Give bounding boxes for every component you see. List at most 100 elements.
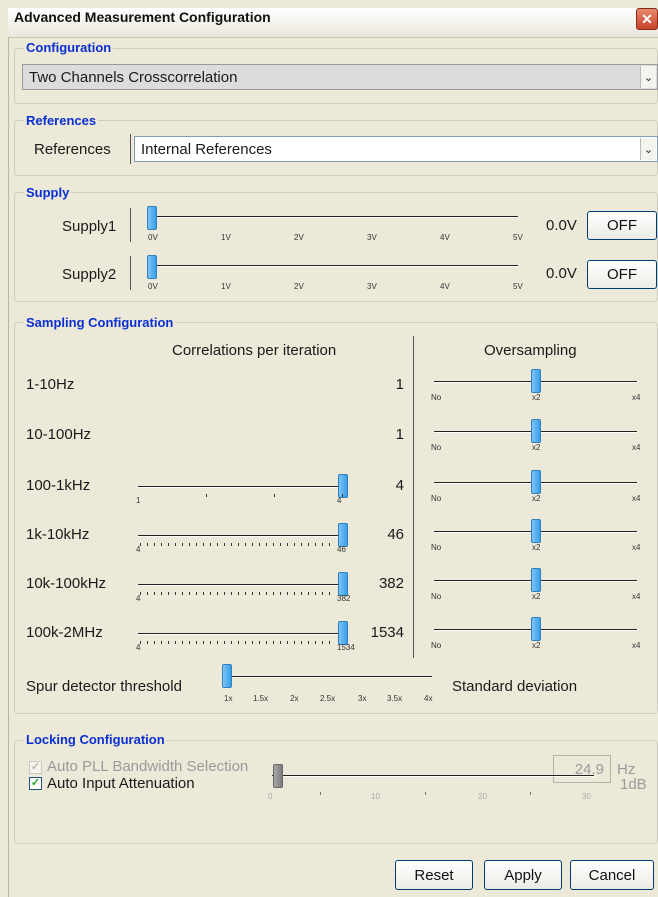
oversampling-tick-label: No bbox=[431, 641, 442, 650]
locking-group-title: Locking Configuration bbox=[24, 732, 167, 747]
correlations-tick bbox=[203, 543, 204, 546]
correlations-slider-track[interactable] bbox=[138, 535, 346, 537]
correlations-slider-track[interactable] bbox=[138, 584, 346, 586]
spur-tick-label: 3.5x bbox=[387, 694, 403, 703]
oversampling-slider-thumb[interactable] bbox=[531, 568, 541, 592]
correlations-tick bbox=[294, 592, 295, 595]
correlations-tick bbox=[308, 543, 309, 546]
close-button[interactable]: ✕ bbox=[636, 8, 658, 30]
correlations-tick bbox=[206, 494, 207, 497]
pll-bandwidth-field[interactable]: 24.9 bbox=[553, 755, 611, 783]
correlations-tick bbox=[322, 592, 323, 595]
oversampling-slider-thumb[interactable] bbox=[531, 419, 541, 443]
supply1-tick-1: 1V bbox=[221, 233, 231, 242]
oversampling-slider-thumb[interactable] bbox=[531, 519, 541, 543]
correlations-tick bbox=[308, 641, 309, 644]
correlations-tick bbox=[224, 641, 225, 644]
attenuation-slider-thumb[interactable] bbox=[273, 764, 283, 788]
correlations-tick bbox=[329, 543, 330, 546]
correlations-tick bbox=[175, 543, 176, 546]
correlations-value: 1 bbox=[395, 376, 404, 393]
attenuation-tick bbox=[320, 792, 321, 795]
correlations-tick bbox=[161, 543, 162, 546]
oversampling-tick-label: x2 bbox=[532, 393, 541, 402]
attenuation-slider-track[interactable] bbox=[272, 775, 594, 777]
correlations-tick bbox=[161, 592, 162, 595]
correlations-tick bbox=[182, 543, 183, 546]
correlations-slider-min: 4 bbox=[136, 594, 141, 603]
band-label: 1k-10kHz bbox=[26, 526, 90, 543]
correlations-slider-thumb[interactable] bbox=[338, 523, 348, 547]
oversampling-tick-label: No bbox=[431, 443, 442, 452]
correlations-tick bbox=[273, 592, 274, 595]
window-title: Advanced Measurement Configuration bbox=[14, 9, 271, 25]
band-label: 1-10Hz bbox=[26, 376, 75, 393]
correlations-slider-max: 4 bbox=[337, 496, 342, 505]
correlations-tick bbox=[280, 543, 281, 546]
checkmark-icon: ✓ bbox=[30, 777, 41, 789]
supply2-label: Supply2 bbox=[62, 266, 117, 283]
correlations-tick bbox=[266, 641, 267, 644]
correlations-tick bbox=[315, 543, 316, 546]
spur-slider-thumb[interactable] bbox=[222, 664, 232, 688]
correlations-slider-min: 4 bbox=[136, 643, 141, 652]
correlations-tick bbox=[189, 641, 190, 644]
correlations-tick bbox=[294, 641, 295, 644]
correlations-slider-thumb[interactable] bbox=[338, 474, 348, 498]
supply1-off-button[interactable]: OFF bbox=[587, 211, 657, 240]
supply2-off-button[interactable]: OFF bbox=[587, 260, 657, 289]
spur-slider-track[interactable] bbox=[227, 676, 432, 678]
supply2-tick-5: 5V bbox=[513, 282, 523, 291]
supply1-slider-thumb[interactable] bbox=[147, 206, 157, 230]
supply2-tick-4: 4V bbox=[440, 282, 450, 291]
correlations-value: 1534 bbox=[370, 624, 404, 641]
auto-attenuation-checkbox-box[interactable]: ✓ bbox=[29, 777, 42, 790]
supply1-slider-track[interactable] bbox=[150, 216, 518, 218]
configuration-group-title: Configuration bbox=[24, 40, 114, 55]
correlations-slider-min: 1 bbox=[136, 496, 141, 505]
correlations-slider-track[interactable] bbox=[138, 633, 346, 635]
cancel-button[interactable]: Cancel bbox=[570, 860, 654, 890]
correlations-slider-track[interactable] bbox=[138, 486, 346, 488]
oversampling-tick-label: x4 bbox=[632, 393, 641, 402]
configuration-select[interactable]: Two Channels Crosscorrelation ⌄ bbox=[22, 64, 658, 90]
reset-button[interactable]: Reset bbox=[395, 860, 473, 890]
correlations-tick bbox=[329, 592, 330, 595]
correlations-tick bbox=[182, 641, 183, 644]
oversampling-slider-thumb[interactable] bbox=[531, 470, 541, 494]
correlations-tick bbox=[245, 543, 246, 546]
supply1-separator bbox=[130, 208, 131, 242]
correlations-tick bbox=[168, 543, 169, 546]
supply2-separator bbox=[130, 256, 131, 290]
oversampling-tick-label: No bbox=[431, 543, 442, 552]
oversampling-header: Oversampling bbox=[484, 342, 577, 359]
band-label: 10k-100kHz bbox=[26, 575, 107, 592]
supply2-slider-track[interactable] bbox=[150, 265, 518, 267]
sampling-column-separator bbox=[413, 336, 414, 658]
correlations-tick bbox=[154, 592, 155, 595]
attenuation-value: 1dB bbox=[620, 776, 647, 793]
supply-group-title: Supply bbox=[24, 185, 72, 200]
correlations-tick bbox=[329, 641, 330, 644]
correlations-tick bbox=[280, 592, 281, 595]
chevron-down-icon[interactable]: ⌄ bbox=[640, 138, 656, 160]
correlations-tick bbox=[287, 543, 288, 546]
attenuation-tick bbox=[530, 792, 531, 795]
correlations-slider-thumb[interactable] bbox=[338, 621, 348, 645]
correlations-tick bbox=[210, 592, 211, 595]
correlations-slider-thumb[interactable] bbox=[338, 572, 348, 596]
band-label: 100k-2MHz bbox=[26, 624, 103, 641]
correlations-slider-min: 4 bbox=[136, 545, 141, 554]
supply2-slider-thumb[interactable] bbox=[147, 255, 157, 279]
auto-pll-checkbox[interactable]: ✓ bbox=[29, 761, 42, 774]
apply-button[interactable]: Apply bbox=[484, 860, 562, 890]
references-select[interactable]: Internal References ⌄ bbox=[134, 136, 658, 162]
oversampling-slider-thumb[interactable] bbox=[531, 617, 541, 641]
correlations-value: 46 bbox=[387, 526, 404, 543]
oversampling-slider-thumb[interactable] bbox=[531, 369, 541, 393]
correlations-tick bbox=[147, 592, 148, 595]
attenuation-tick-label: 10 bbox=[371, 792, 380, 801]
chevron-down-icon[interactable]: ⌄ bbox=[640, 66, 656, 88]
correlations-tick bbox=[266, 543, 267, 546]
attenuation-tick-label: 30 bbox=[582, 792, 591, 801]
